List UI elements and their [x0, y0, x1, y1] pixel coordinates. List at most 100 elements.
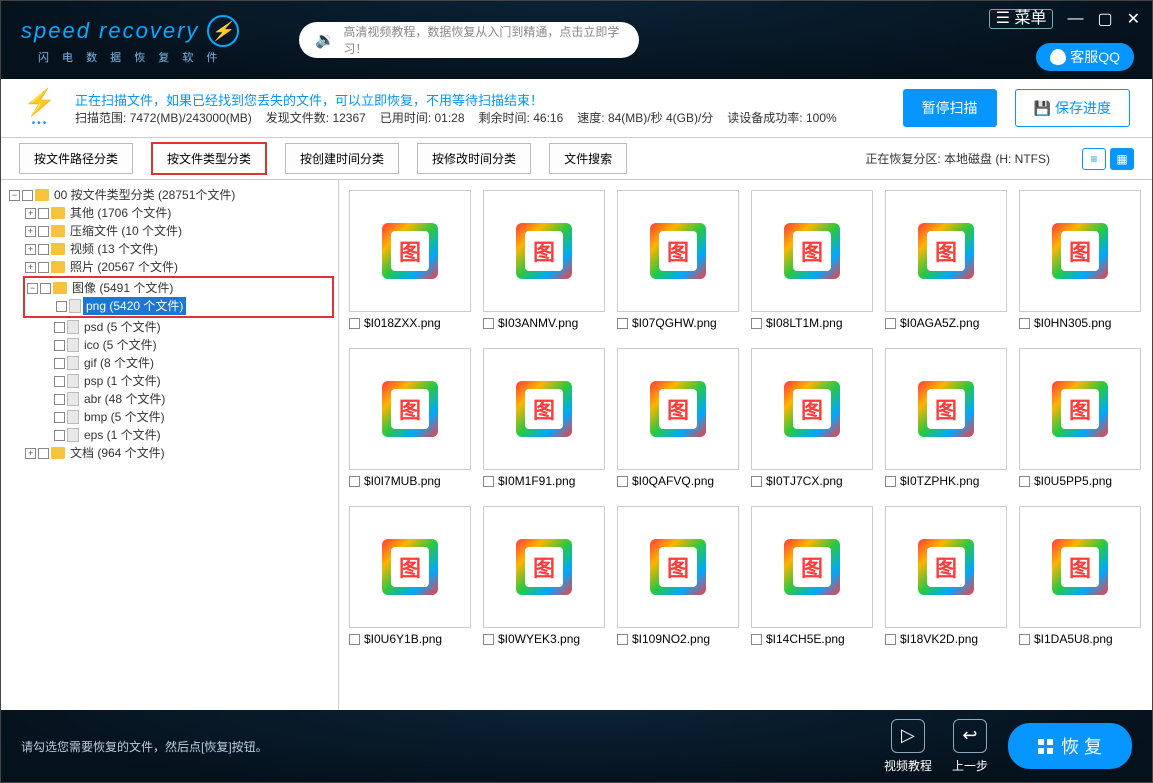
checkbox[interactable] — [885, 476, 896, 487]
file-thumbnail[interactable]: 图 — [1019, 348, 1141, 470]
file-item[interactable]: 图$I018ZXX.png — [349, 190, 471, 330]
file-thumbnail[interactable]: 图 — [1019, 506, 1141, 628]
expand-icon[interactable]: + — [25, 244, 36, 255]
file-thumbnail[interactable]: 图 — [617, 190, 739, 312]
collapse-icon[interactable]: − — [27, 283, 38, 294]
tree-other[interactable]: +其他 (1706 个文件) — [23, 204, 176, 222]
expand-icon[interactable]: + — [25, 226, 36, 237]
grid-view-button[interactable]: ▦ — [1110, 148, 1134, 170]
file-thumbnail[interactable]: 图 — [483, 190, 605, 312]
file-thumbnail[interactable]: 图 — [885, 348, 1007, 470]
promo-banner[interactable]: 🔉 高清视频教程，数据恢复从入门到精通，点击立即学习！ — [299, 22, 639, 58]
file-type-tree[interactable]: − 00 按文件类型分类 (28751个文件) +其他 (1706 个文件) +… — [1, 180, 339, 710]
checkbox[interactable] — [54, 376, 65, 387]
customer-service-button[interactable]: 客服QQ — [1036, 43, 1134, 71]
minimize-button[interactable]: — — [1067, 10, 1083, 28]
checkbox[interactable] — [617, 476, 628, 487]
checkbox[interactable] — [1019, 634, 1030, 645]
tree-root[interactable]: − 00 按文件类型分类 (28751个文件) — [7, 186, 334, 204]
file-thumbnail[interactable]: 图 — [349, 348, 471, 470]
checkbox[interactable] — [54, 358, 65, 369]
file-thumbnail[interactable]: 图 — [751, 506, 873, 628]
tree-video[interactable]: +视频 (13 个文件) — [23, 240, 163, 258]
tab-by-created[interactable]: 按创建时间分类 — [285, 143, 399, 174]
tree-doc[interactable]: +文档 (964 个文件) — [23, 444, 170, 462]
file-thumbnail[interactable]: 图 — [349, 190, 471, 312]
recover-button[interactable]: 恢 复 — [1008, 723, 1132, 769]
video-tutorial-button[interactable]: ▷ 视频教程 — [884, 719, 932, 774]
checkbox[interactable] — [38, 208, 49, 219]
tab-by-path[interactable]: 按文件路径分类 — [19, 143, 133, 174]
expand-icon[interactable]: + — [25, 262, 36, 273]
tree-gif[interactable]: gif (8 个文件) — [39, 354, 159, 372]
file-item[interactable]: 图$I109NO2.png — [617, 506, 739, 646]
pause-scan-button[interactable]: 暂停扫描 — [903, 89, 997, 127]
checkbox[interactable] — [22, 190, 33, 201]
file-item[interactable]: 图$I0TJ7CX.png — [751, 348, 873, 488]
tab-by-modified[interactable]: 按修改时间分类 — [417, 143, 531, 174]
expand-icon[interactable]: + — [25, 448, 36, 459]
checkbox[interactable] — [54, 412, 65, 423]
file-thumbnail[interactable]: 图 — [885, 506, 1007, 628]
tree-ico[interactable]: ico (5 个文件) — [39, 336, 162, 354]
checkbox[interactable] — [1019, 318, 1030, 329]
checkbox[interactable] — [56, 301, 67, 312]
checkbox[interactable] — [483, 476, 494, 487]
file-item[interactable]: 图$I03ANMV.png — [483, 190, 605, 330]
tree-eps[interactable]: eps (1 个文件) — [39, 426, 166, 444]
file-item[interactable]: 图$I0QAFVQ.png — [617, 348, 739, 488]
tree-abr[interactable]: abr (48 个文件) — [39, 390, 170, 408]
close-button[interactable]: ✕ — [1127, 9, 1140, 29]
checkbox[interactable] — [483, 634, 494, 645]
file-item[interactable]: 图$I0TZPHK.png — [885, 348, 1007, 488]
tree-photo[interactable]: +照片 (20567 个文件) — [23, 258, 183, 276]
tab-search[interactable]: 文件搜索 — [549, 143, 627, 174]
checkbox[interactable] — [1019, 476, 1030, 487]
checkbox[interactable] — [54, 322, 65, 333]
file-thumbnail[interactable]: 图 — [885, 190, 1007, 312]
tree-image[interactable]: −图像 (5491 个文件) — [25, 279, 332, 297]
checkbox[interactable] — [617, 634, 628, 645]
tree-psp[interactable]: psp (1 个文件) — [39, 372, 166, 390]
checkbox[interactable] — [885, 634, 896, 645]
file-item[interactable]: 图$I0HN305.png — [1019, 190, 1141, 330]
file-grid[interactable]: 图$I018ZXX.png图$I03ANMV.png图$I07QGHW.png图… — [339, 180, 1152, 710]
file-item[interactable]: 图$I0AGA5Z.png — [885, 190, 1007, 330]
file-item[interactable]: 图$I0WYEK3.png — [483, 506, 605, 646]
checkbox[interactable] — [885, 318, 896, 329]
file-thumbnail[interactable]: 图 — [1019, 190, 1141, 312]
collapse-icon[interactable]: − — [9, 190, 20, 201]
checkbox[interactable] — [40, 283, 51, 294]
checkbox[interactable] — [751, 318, 762, 329]
file-thumbnail[interactable]: 图 — [483, 506, 605, 628]
tree-archive[interactable]: +压缩文件 (10 个文件) — [23, 222, 187, 240]
file-item[interactable]: 图$I18VK2D.png — [885, 506, 1007, 646]
file-thumbnail[interactable]: 图 — [751, 348, 873, 470]
save-progress-button[interactable]: 💾 保存进度 — [1015, 89, 1130, 127]
checkbox[interactable] — [38, 448, 49, 459]
checkbox[interactable] — [483, 318, 494, 329]
tree-png[interactable]: png (5420 个文件) — [41, 297, 188, 315]
menu-button[interactable]: ☰ 菜单 — [989, 9, 1054, 29]
tree-psd[interactable]: psd (5 个文件) — [39, 318, 166, 336]
file-item[interactable]: 图$I1DA5U8.png — [1019, 506, 1141, 646]
checkbox[interactable] — [54, 394, 65, 405]
checkbox[interactable] — [349, 318, 360, 329]
checkbox[interactable] — [349, 634, 360, 645]
checkbox[interactable] — [54, 340, 65, 351]
tree-bmp[interactable]: bmp (5 个文件) — [39, 408, 170, 426]
expand-icon[interactable]: + — [25, 208, 36, 219]
file-item[interactable]: 图$I0M1F91.png — [483, 348, 605, 488]
file-thumbnail[interactable]: 图 — [751, 190, 873, 312]
checkbox[interactable] — [38, 226, 49, 237]
file-thumbnail[interactable]: 图 — [349, 506, 471, 628]
checkbox[interactable] — [54, 430, 65, 441]
back-button[interactable]: ↩ 上一步 — [952, 719, 988, 774]
checkbox[interactable] — [349, 476, 360, 487]
list-view-button[interactable]: ≡ — [1082, 148, 1106, 170]
checkbox[interactable] — [38, 244, 49, 255]
file-thumbnail[interactable]: 图 — [483, 348, 605, 470]
tab-by-type[interactable]: 按文件类型分类 — [151, 142, 267, 175]
file-item[interactable]: 图$I08LT1M.png — [751, 190, 873, 330]
file-item[interactable]: 图$I14CH5E.png — [751, 506, 873, 646]
